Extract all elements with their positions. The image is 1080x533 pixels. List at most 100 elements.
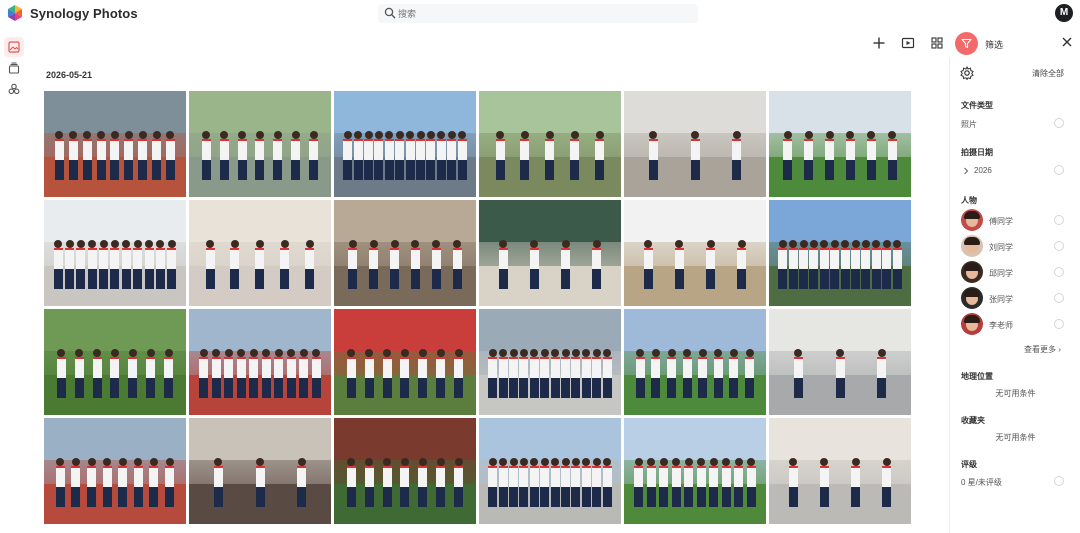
photo-thumbnail[interactable] (334, 309, 476, 415)
person-figure (213, 458, 223, 508)
photo-people-group (778, 458, 903, 508)
rating-radio[interactable] (1054, 476, 1064, 486)
person-figure (778, 240, 788, 290)
photo-people-group (198, 240, 323, 290)
filter-button[interactable] (955, 32, 978, 55)
person-figure (87, 458, 97, 508)
photo-thumbnail[interactable] (189, 200, 331, 306)
photo-thumbnail[interactable] (44, 418, 186, 524)
person-figure (348, 240, 358, 290)
person-avatar[interactable] (961, 261, 983, 283)
photo-thumbnail[interactable] (769, 91, 911, 197)
person-figure (211, 349, 221, 399)
person-figure (249, 349, 259, 399)
file-type-option: 照片 (961, 120, 977, 129)
person-figure (592, 349, 602, 399)
slideshow-button[interactable] (898, 33, 918, 53)
photo-background (44, 200, 186, 243)
photo-thumbnail[interactable] (624, 200, 766, 306)
person-avatar[interactable] (961, 313, 983, 335)
photo-thumbnail[interactable] (479, 309, 621, 415)
photo-people-group (488, 131, 613, 181)
filter-label: 筛选 (985, 40, 1004, 50)
person-figure (804, 131, 814, 181)
person-name: 刘同学 (989, 243, 1013, 252)
person-figure (561, 349, 571, 399)
clear-all-link[interactable]: 清除全部 (1032, 68, 1064, 79)
photo-background (479, 309, 621, 352)
photo-thumbnail[interactable] (44, 200, 186, 306)
rail-item-sharing[interactable] (4, 79, 24, 99)
photo-people-group (633, 349, 758, 399)
person-avatar[interactable] (961, 287, 983, 309)
person-figure (364, 349, 374, 399)
photo-thumbnail[interactable] (44, 91, 186, 197)
person-figure (305, 240, 315, 290)
search-input[interactable] (398, 5, 688, 22)
photo-thumbnail[interactable] (624, 91, 766, 197)
person-radio[interactable] (1054, 215, 1064, 225)
photo-thumbnail[interactable] (479, 91, 621, 197)
photo-thumbnail[interactable] (624, 418, 766, 524)
photo-thumbnail[interactable] (334, 418, 476, 524)
person-figure (595, 131, 605, 181)
close-filter-button[interactable] (1058, 33, 1076, 51)
photo-thumbnail[interactable] (769, 418, 911, 524)
user-avatar[interactable]: M (1055, 4, 1073, 22)
rail-item-albums[interactable] (4, 58, 24, 78)
person-figure (602, 349, 612, 399)
person-figure (830, 240, 840, 290)
person-figure (353, 131, 363, 181)
photo-background (624, 200, 766, 243)
person-figure (384, 131, 394, 181)
file-type-radio[interactable] (1054, 118, 1064, 128)
photo-thumbnail[interactable] (189, 418, 331, 524)
person-figure (634, 458, 644, 508)
person-figure (110, 131, 120, 181)
photo-thumbnail[interactable] (769, 309, 911, 415)
grid-view-icon (931, 37, 943, 49)
person-figure (224, 349, 234, 399)
person-figure (825, 131, 835, 181)
photo-thumbnail[interactable] (189, 309, 331, 415)
person-figure (671, 458, 681, 508)
date-taken-radio[interactable] (1054, 165, 1064, 175)
photo-thumbnail[interactable] (479, 200, 621, 306)
person-figure (74, 349, 84, 399)
person-figure (457, 131, 467, 181)
photo-people-group (343, 240, 468, 290)
person-radio[interactable] (1054, 293, 1064, 303)
person-figure (809, 240, 819, 290)
location-empty-text: 无可用条件 (995, 389, 1036, 398)
photo-thumbnail[interactable] (334, 200, 476, 306)
person-radio[interactable] (1054, 319, 1064, 329)
person-avatar[interactable] (961, 209, 983, 231)
person-figure (571, 349, 581, 399)
person-figure (721, 458, 731, 508)
person-figure (205, 240, 215, 290)
search-bar[interactable] (378, 4, 698, 23)
person-figure (529, 349, 539, 399)
chevron-right-icon[interactable] (963, 167, 969, 175)
person-figure (87, 240, 97, 290)
person-radio[interactable] (1054, 241, 1064, 251)
person-radio[interactable] (1054, 267, 1064, 277)
photo-thumbnail[interactable] (769, 200, 911, 306)
person-figure (659, 458, 669, 508)
grid-view-button[interactable] (927, 33, 947, 53)
photo-thumbnail[interactable] (44, 309, 186, 415)
photo-thumbnail[interactable] (624, 309, 766, 415)
photo-thumbnail[interactable] (334, 91, 476, 197)
person-figure (592, 458, 602, 508)
person-avatar[interactable] (961, 235, 983, 257)
see-more-link[interactable]: 查看更多 › (1024, 344, 1061, 355)
top-bar: Synology Photos M (0, 0, 1080, 30)
person-figure (309, 131, 318, 181)
photo-people-group (778, 240, 903, 290)
photo-thumbnail[interactable] (479, 418, 621, 524)
file-type-title: 文件类型 (961, 101, 993, 110)
add-button[interactable] (869, 33, 889, 53)
rail-item-photos[interactable] (4, 37, 24, 57)
photo-thumbnail[interactable] (189, 91, 331, 197)
gear-icon[interactable] (960, 66, 974, 80)
